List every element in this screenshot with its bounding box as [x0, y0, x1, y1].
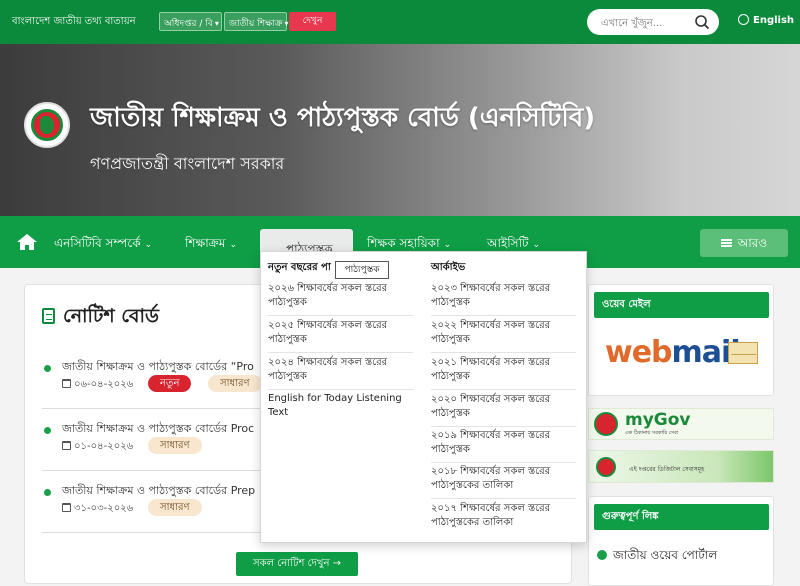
office-type-value: অধিদপ্তর / বি: [164, 19, 213, 29]
notice-board-title: নোটিশ বোর্ড: [42, 302, 159, 334]
office-select[interactable]: জাতীয় শিক্ষাক্র ▾: [224, 12, 289, 31]
divider: [268, 315, 413, 316]
language-label: English: [753, 15, 795, 26]
government-logo: [596, 457, 616, 477]
divider: [431, 426, 576, 427]
divider: [268, 352, 413, 353]
textbooks-dropdown-menu: নতুন বছরের পা আর্কাইভ ২০২৬ শিক্ষাবর্ষের …: [260, 251, 587, 543]
home-icon[interactable]: [16, 233, 38, 251]
chevron-down-icon: ▾: [214, 19, 219, 28]
nav-curriculum[interactable]: শিক্ষাক্রম ⌄: [185, 235, 237, 255]
divider: [431, 389, 576, 390]
dropdown-link[interactable]: ২০১৮ শিক্ষাবর্ষের সকল স্তরের পাঠ্যপুস্তক…: [431, 465, 581, 493]
badge-new: নতুন: [148, 375, 192, 392]
digital-services-text: এই দপ্তরের ডিজিটাল সেবাসমূহ: [629, 466, 705, 473]
bullet-dot: [44, 427, 51, 434]
government-logo: [594, 412, 618, 436]
chevron-down-icon: ⌄: [443, 240, 452, 250]
archive-heading: আর্কাইভ: [431, 262, 466, 273]
bullet-dot: [44, 365, 51, 372]
nav-teacher-guide-label: শিক্ষক সহায়িকা: [367, 236, 440, 250]
mygov-banner[interactable]: myGov এক ঠিকানায় সরকারি সেবা: [588, 408, 774, 440]
dropdown-link[interactable]: ২০২৪ শিক্ষাবর্ষের সকল স্তরের পাঠ্যপুস্তক: [268, 356, 413, 384]
important-link[interactable]: জাতীয় ওয়েব পোর্টাল: [597, 547, 717, 567]
webmail-logo[interactable]: webmail: [605, 335, 741, 370]
nav-about-label: এনসিটিবি সম্পর্কে: [54, 236, 141, 250]
dropdown-link[interactable]: ২০২১ শিক্ষাবর্ষের সকল স্তরের পাঠ্যপুস্তক: [431, 356, 581, 384]
calendar-icon: [62, 503, 71, 512]
mygov-tagline: এক ঠিকানায় সরকারি সেবা: [625, 430, 679, 436]
office-type-select[interactable]: অধিদপ্তর / বি ▾: [159, 12, 222, 31]
top-bar: বাংলাদেশ জাতীয় তথ্য বাতায়ন অধিদপ্তর / …: [0, 0, 800, 44]
divider: [431, 498, 576, 499]
notice-date: ০৬-০৪-২০২৬: [62, 377, 133, 394]
notice-date: ৩১-০৩-২০২৬: [62, 501, 133, 518]
dropdown-link[interactable]: ২০২৩ শিক্ষাবর্ষের সকল স্তরের পাঠ্যপুস্তক: [431, 282, 581, 310]
dropdown-link[interactable]: ২০১৭ শিক্ষাবর্ষের সকল স্তরের পাঠ্যপুস্তক…: [431, 502, 581, 530]
language-toggle[interactable]: English: [738, 14, 794, 26]
nav-curriculum-label: শিক্ষাক্রম: [185, 236, 226, 250]
mygov-name: myGov: [625, 410, 691, 430]
logo-map-icon: [40, 116, 54, 134]
notice-date: ০১-০৪-২০২৬: [62, 439, 133, 456]
chevron-down-icon: ⌄: [229, 240, 237, 250]
calendar-icon: [62, 441, 71, 450]
go-button[interactable]: দেখুন: [289, 12, 336, 31]
hover-tooltip: পাঠ্যপুস্তক: [335, 261, 389, 279]
dropdown-link[interactable]: ২০২৫ শিক্ষাবর্ষের সকল স্তরের পাঠ্যপুস্তক: [268, 319, 413, 347]
dropdown-link[interactable]: ২০২২ শিক্ষাবর্ষের সকল স্তরের পাঠ্যপুস্তক: [431, 319, 581, 347]
nav-about[interactable]: এনসিটিবি সম্পর্কে ⌄: [54, 235, 152, 255]
chevron-down-icon: ⌄: [286, 241, 294, 251]
badge-general: সাধারণ: [148, 499, 202, 516]
webmail-heading: ওয়েব মেইল: [594, 292, 769, 318]
chevron-down-icon: ▾: [284, 19, 289, 28]
office-value: জাতীয় শিক্ষাক্র: [229, 19, 283, 29]
all-notices-button[interactable]: সকল নোটিশ দেখুন →: [236, 552, 358, 576]
dropdown-link[interactable]: ২০১৯ শিক্ষাবর্ষের সকল স্তরের পাঠ্যপুস্তক: [431, 429, 581, 457]
badge-general: সাধারণ: [208, 375, 262, 392]
nav-ict-label: আইসিটি: [487, 236, 529, 250]
site-subtitle: গণপ্রজাতন্ত্রী বাংলাদেশ সরকার: [90, 154, 285, 173]
dropdown-link[interactable]: ২০২৬ শিক্ষাবর্ষের সকল স্তরের পাঠ্যপুস্তক: [268, 282, 413, 310]
government-logo[interactable]: [24, 102, 70, 148]
dropdown-link[interactable]: ২০২০ শিক্ষাবর্ষের সকল স্তরের পাঠ্যপুস্তক: [431, 393, 581, 421]
document-icon: [42, 308, 55, 324]
chevron-down-icon: ⌄: [144, 240, 153, 250]
more-label: আরও: [737, 236, 768, 250]
digital-services-banner[interactable]: এই দপ্তরের ডিজিটাল সেবাসমূহ: [588, 450, 774, 483]
check-circle-icon: [597, 550, 607, 560]
globe-icon: [738, 14, 749, 25]
envelope-icon: [728, 342, 758, 364]
calendar-icon: [62, 379, 71, 388]
dropdown-link[interactable]: English for Today Listening Text: [268, 392, 418, 420]
chevron-down-icon: ⌄: [532, 240, 541, 250]
new-year-heading: নতুন বছরের পা: [268, 262, 331, 273]
bullet-dot: [44, 489, 51, 496]
site-title: জাতীয় শিক্ষাক্রম ও পাঠ্যপুস্তক বোর্ড (এ…: [90, 103, 596, 133]
divider: [431, 462, 576, 463]
search-icon[interactable]: [694, 14, 710, 30]
divider: [268, 389, 413, 390]
more-menu-button[interactable]: আরও: [700, 229, 788, 257]
divider: [431, 352, 576, 353]
portal-name-link[interactable]: বাংলাদেশ জাতীয় তথ্য বাতায়ন: [12, 14, 136, 31]
menu-icon: [720, 239, 732, 247]
search-box[interactable]: এখানে খুঁজুন...: [587, 9, 719, 35]
badge-general: সাধারণ: [148, 437, 202, 454]
important-links-heading: গুরুত্বপূর্ণ লিঙ্ক: [594, 504, 769, 530]
divider: [431, 315, 576, 316]
search-input[interactable]: এখানে খুঁজুন...: [601, 16, 662, 33]
